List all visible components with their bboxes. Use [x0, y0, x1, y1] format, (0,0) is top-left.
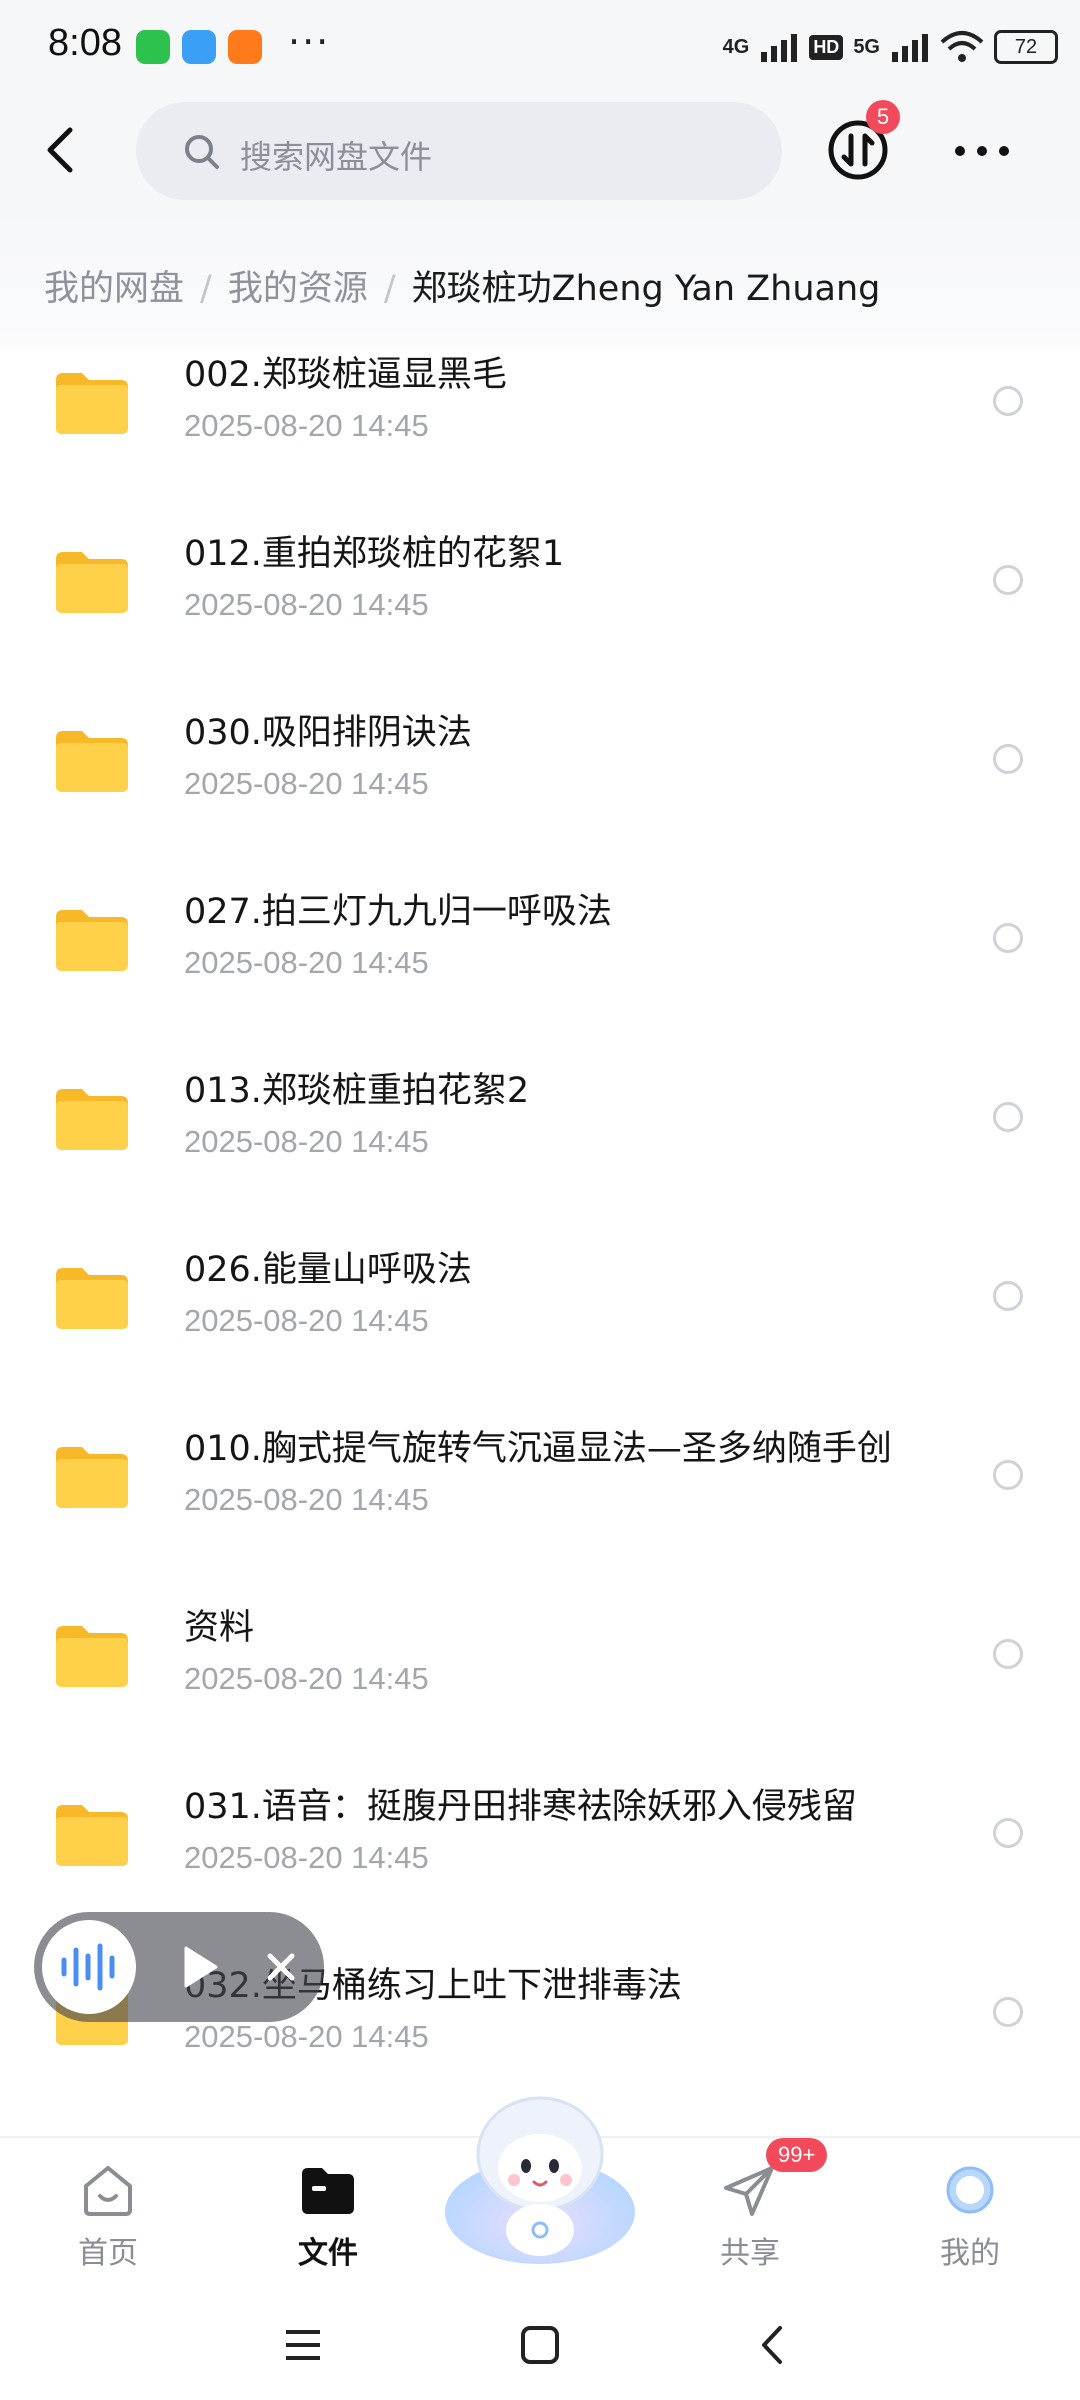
- select-radio[interactable]: [993, 1460, 1023, 1490]
- file-name: 资料: [184, 1608, 255, 1648]
- nav-files-label: 文件: [298, 2236, 358, 2271]
- select-radio[interactable]: [993, 1102, 1023, 1132]
- nav-home-label: 首页: [78, 2236, 138, 2271]
- file-name: 013.郑琰桩重拍花絮2: [184, 1071, 530, 1111]
- search-input[interactable]: 搜索网盘文件: [136, 102, 782, 200]
- file-name: 027.拍三灯九九归一呼吸法: [184, 892, 612, 932]
- file-list-item[interactable]: 012.重拍郑琰桩的花絮1 2025-08-20 14:45: [0, 511, 1080, 690]
- file-date: 2025-08-20 14:45: [184, 1303, 429, 1338]
- nav-files[interactable]: 文件: [258, 2148, 398, 2288]
- share-count-badge: 99+: [766, 2138, 828, 2172]
- folder-icon: [54, 1265, 130, 1331]
- send-icon: [724, 2166, 774, 2216]
- folder-icon: [54, 728, 130, 794]
- select-radio[interactable]: [993, 923, 1023, 953]
- sound-wave-icon: [61, 1943, 115, 1991]
- folder-icon: [54, 1444, 130, 1510]
- file-list-item[interactable]: 027.拍三灯九九归一呼吸法 2025-08-20 14:45: [0, 869, 1080, 1048]
- breadcrumb: 我的网盘 / 我的资源 / 郑琰桩功Zheng Yan Zhuang: [44, 260, 880, 311]
- file-name: 030.吸阳排阴诀法: [184, 713, 472, 753]
- signal-5g-label: 5G: [853, 35, 880, 58]
- nav-home[interactable]: 首页: [38, 2148, 178, 2288]
- file-date: 2025-08-20 14:45: [184, 945, 429, 980]
- breadcrumb-bar: 我的网盘 / 我的资源 / 郑琰桩功Zheng Yan Zhuang: [0, 206, 1080, 346]
- file-date: 2025-08-20 14:45: [184, 766, 429, 801]
- home-icon: [84, 2166, 132, 2216]
- signal-4g-label: 4G: [722, 35, 750, 58]
- profile-icon: [946, 2166, 994, 2214]
- breadcrumb-separator: /: [200, 269, 212, 309]
- more-notifications-icon: ···: [288, 20, 331, 64]
- play-icon[interactable]: [176, 1944, 222, 1990]
- signal-bars-icon: [761, 34, 798, 62]
- mi-icon: [228, 30, 262, 64]
- file-list-item[interactable]: 030.吸阳排阴诀法 2025-08-20 14:45: [0, 690, 1080, 869]
- select-radio[interactable]: [993, 744, 1023, 774]
- search-icon: [185, 135, 219, 169]
- file-list-item[interactable]: 002.郑琰桩逼显黑毛 2025-08-20 14:45: [0, 346, 1080, 511]
- breadcrumb-item-my-drive[interactable]: 我的网盘: [44, 269, 184, 309]
- app-icon: [182, 30, 216, 64]
- breadcrumb-item-current: 郑琰桩功Zheng Yan Zhuang: [411, 269, 881, 309]
- transfer-count-badge: 5: [866, 100, 900, 134]
- top-bar: 搜索网盘文件 5: [0, 96, 1080, 206]
- select-radio[interactable]: [993, 1997, 1023, 2027]
- file-list-item[interactable]: 010.胸式提气旋转气沉逼显法—圣多纳随手创 2025-08-20 14:45: [0, 1406, 1080, 1585]
- system-navigation-bar: [0, 2290, 1080, 2400]
- file-date: 2025-08-20 14:45: [184, 1661, 429, 1696]
- file-date: 2025-08-20 14:45: [184, 1482, 429, 1517]
- select-radio[interactable]: [993, 386, 1023, 416]
- audio-wave-button[interactable]: [42, 1920, 136, 2014]
- folder-icon: [54, 907, 130, 973]
- folder-icon: [302, 2168, 354, 2214]
- home-square-icon[interactable]: [515, 2320, 565, 2370]
- file-name: 031.语音：挺腹丹田排寒祛除妖邪入侵残留: [184, 1787, 857, 1827]
- breadcrumb-separator: /: [383, 269, 396, 309]
- file-name: 026.能量山呼吸法: [184, 1250, 472, 1290]
- folder-icon: [54, 1086, 130, 1152]
- file-name: 010.胸式提气旋转气沉逼显法—圣多纳随手创: [184, 1429, 892, 1469]
- file-date: 2025-08-20 14:45: [184, 408, 429, 443]
- breadcrumb-item-my-resources[interactable]: 我的资源: [228, 269, 368, 309]
- select-radio[interactable]: [993, 1639, 1023, 1669]
- file-name: 002.郑琰桩逼显黑毛: [184, 355, 507, 395]
- file-list: 002.郑琰桩逼显黑毛 2025-08-20 14:45 012.重拍郑琰桩的花絮1…: [0, 346, 1080, 2136]
- wifi-icon: [940, 31, 984, 62]
- status-bar: 8:08 ··· 4G HD 5G 72: [0, 0, 1080, 96]
- folder-icon: [54, 549, 130, 615]
- signal-bars-icon: [892, 34, 928, 62]
- nav-mine-label: 我的: [940, 2236, 1000, 2271]
- folder-icon: [54, 370, 130, 436]
- folder-icon: [54, 1802, 130, 1868]
- file-list-item[interactable]: 资料 2025-08-20 14:45: [0, 1585, 1080, 1764]
- file-list-item[interactable]: 013.郑琰桩重拍花絮2 2025-08-20 14:45: [0, 1048, 1080, 1227]
- search-placeholder: 搜索网盘文件: [240, 138, 433, 176]
- file-date: 2025-08-20 14:45: [184, 2019, 429, 2054]
- hd-label: HD: [809, 34, 844, 60]
- floating-audio-player[interactable]: [34, 1912, 324, 2022]
- nav-mine[interactable]: 我的: [900, 2148, 1040, 2288]
- file-date: 2025-08-20 14:45: [184, 1124, 429, 1159]
- select-radio[interactable]: [993, 565, 1023, 595]
- file-date: 2025-08-20 14:45: [184, 587, 429, 622]
- back-arrow-icon[interactable]: [32, 120, 92, 180]
- select-radio[interactable]: [993, 1818, 1023, 1848]
- file-list-item[interactable]: 026.能量山呼吸法 2025-08-20 14:45: [0, 1227, 1080, 1406]
- more-options-icon[interactable]: [952, 136, 1012, 166]
- folder-icon: [54, 1623, 130, 1689]
- select-radio[interactable]: [993, 1281, 1023, 1311]
- system-back-icon[interactable]: [748, 2320, 798, 2370]
- assistant-mascot-icon[interactable]: [440, 2082, 640, 2272]
- wechat-icon: [136, 30, 170, 64]
- battery-indicator: 72: [994, 30, 1058, 64]
- file-name: 012.重拍郑琰桩的花絮1: [184, 534, 565, 574]
- file-date: 2025-08-20 14:45: [184, 1840, 429, 1875]
- status-time: 8:08: [48, 22, 122, 64]
- close-icon[interactable]: [260, 1946, 302, 1988]
- nav-share-label: 共享: [720, 2236, 780, 2271]
- status-indicators: 4G HD 5G 72: [723, 22, 1058, 72]
- menu-icon[interactable]: [278, 2320, 328, 2370]
